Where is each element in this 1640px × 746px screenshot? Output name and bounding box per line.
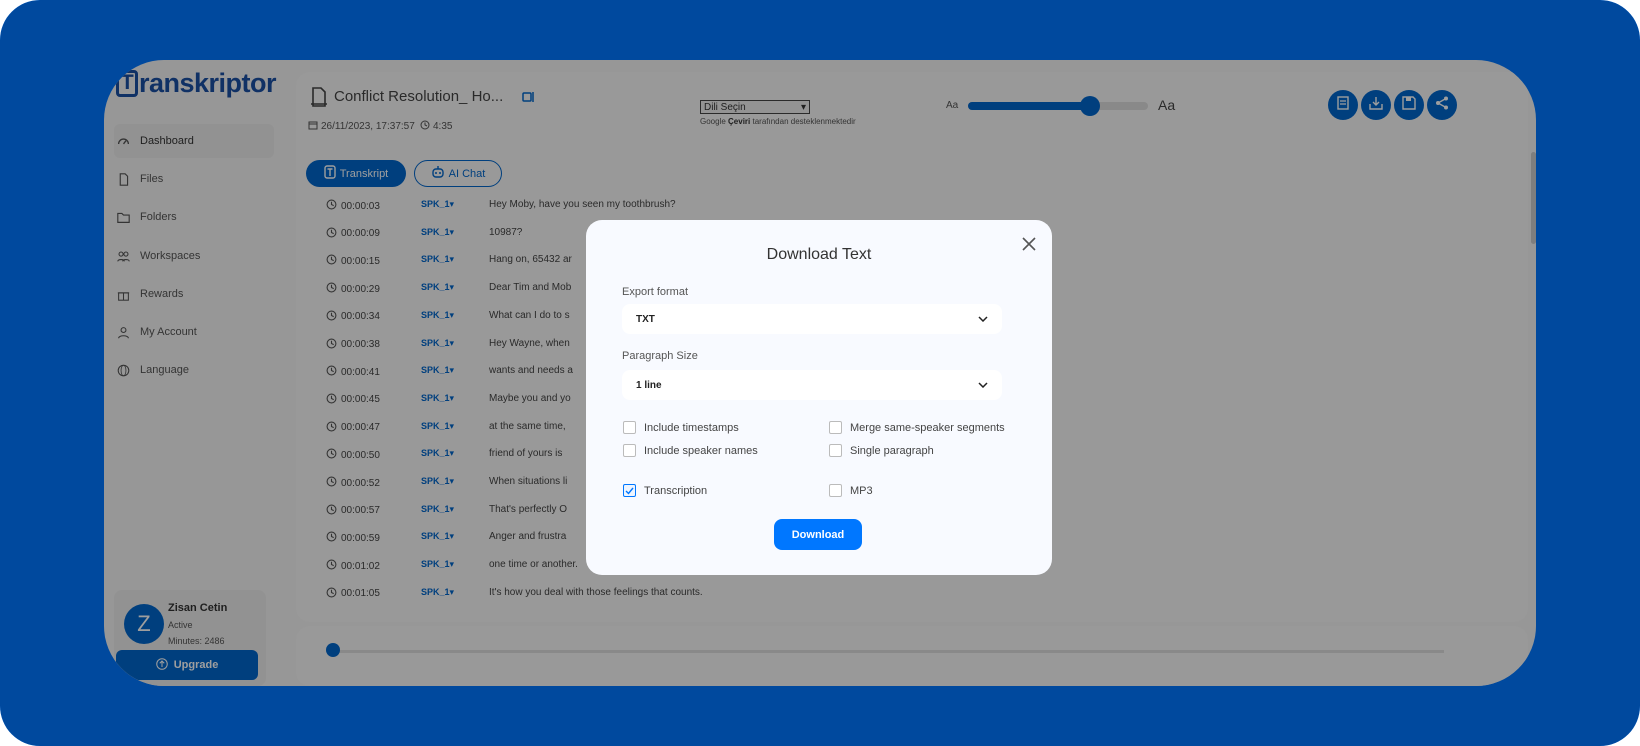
export-format-label: Export format xyxy=(622,286,689,298)
chevron-down-icon xyxy=(978,314,988,325)
merge-same-speaker-checkbox[interactable]: Merge same-speaker segments xyxy=(829,421,1005,434)
checkbox-box[interactable] xyxy=(623,484,636,497)
download-submit-button[interactable]: Download xyxy=(774,519,862,550)
paragraph-size-label: Paragraph Size xyxy=(622,350,698,362)
checkbox-label: Include speaker names xyxy=(644,444,758,457)
checkbox-label: Include timestamps xyxy=(644,421,739,434)
checkbox-box[interactable] xyxy=(829,484,842,497)
checkbox-label: Merge same-speaker segments xyxy=(850,421,1005,434)
background-frame: Transkriptor Dashboard Files Folders Wor… xyxy=(0,0,1640,746)
export-format-value: TXT xyxy=(636,313,655,325)
include-speaker-names-checkbox[interactable]: Include speaker names xyxy=(623,444,758,457)
checkbox-label: Transcription xyxy=(644,484,708,497)
checkbox-label: Single paragraph xyxy=(850,444,934,457)
close-icon[interactable] xyxy=(1020,235,1038,253)
paragraph-size-value: 1 line xyxy=(636,379,662,391)
checkbox-box[interactable] xyxy=(829,421,842,434)
mp3-checkbox[interactable]: MP3 xyxy=(829,484,873,497)
transcription-checkbox[interactable]: Transcription xyxy=(623,484,707,497)
export-format-select[interactable]: TXT xyxy=(622,304,1002,334)
chevron-down-icon xyxy=(978,380,988,391)
include-timestamps-checkbox[interactable]: Include timestamps xyxy=(623,421,739,434)
checkbox-box[interactable] xyxy=(623,421,636,434)
download-text-modal: Download Text Export format TXT Paragrap… xyxy=(586,220,1052,575)
checkbox-label: MP3 xyxy=(850,484,873,497)
modal-title: Download Text xyxy=(766,246,872,263)
check-icon xyxy=(625,487,634,495)
paragraph-size-select[interactable]: 1 line xyxy=(622,370,1002,400)
single-paragraph-checkbox[interactable]: Single paragraph xyxy=(829,444,934,457)
checkbox-box[interactable] xyxy=(623,444,636,457)
checkbox-box[interactable] xyxy=(829,444,842,457)
